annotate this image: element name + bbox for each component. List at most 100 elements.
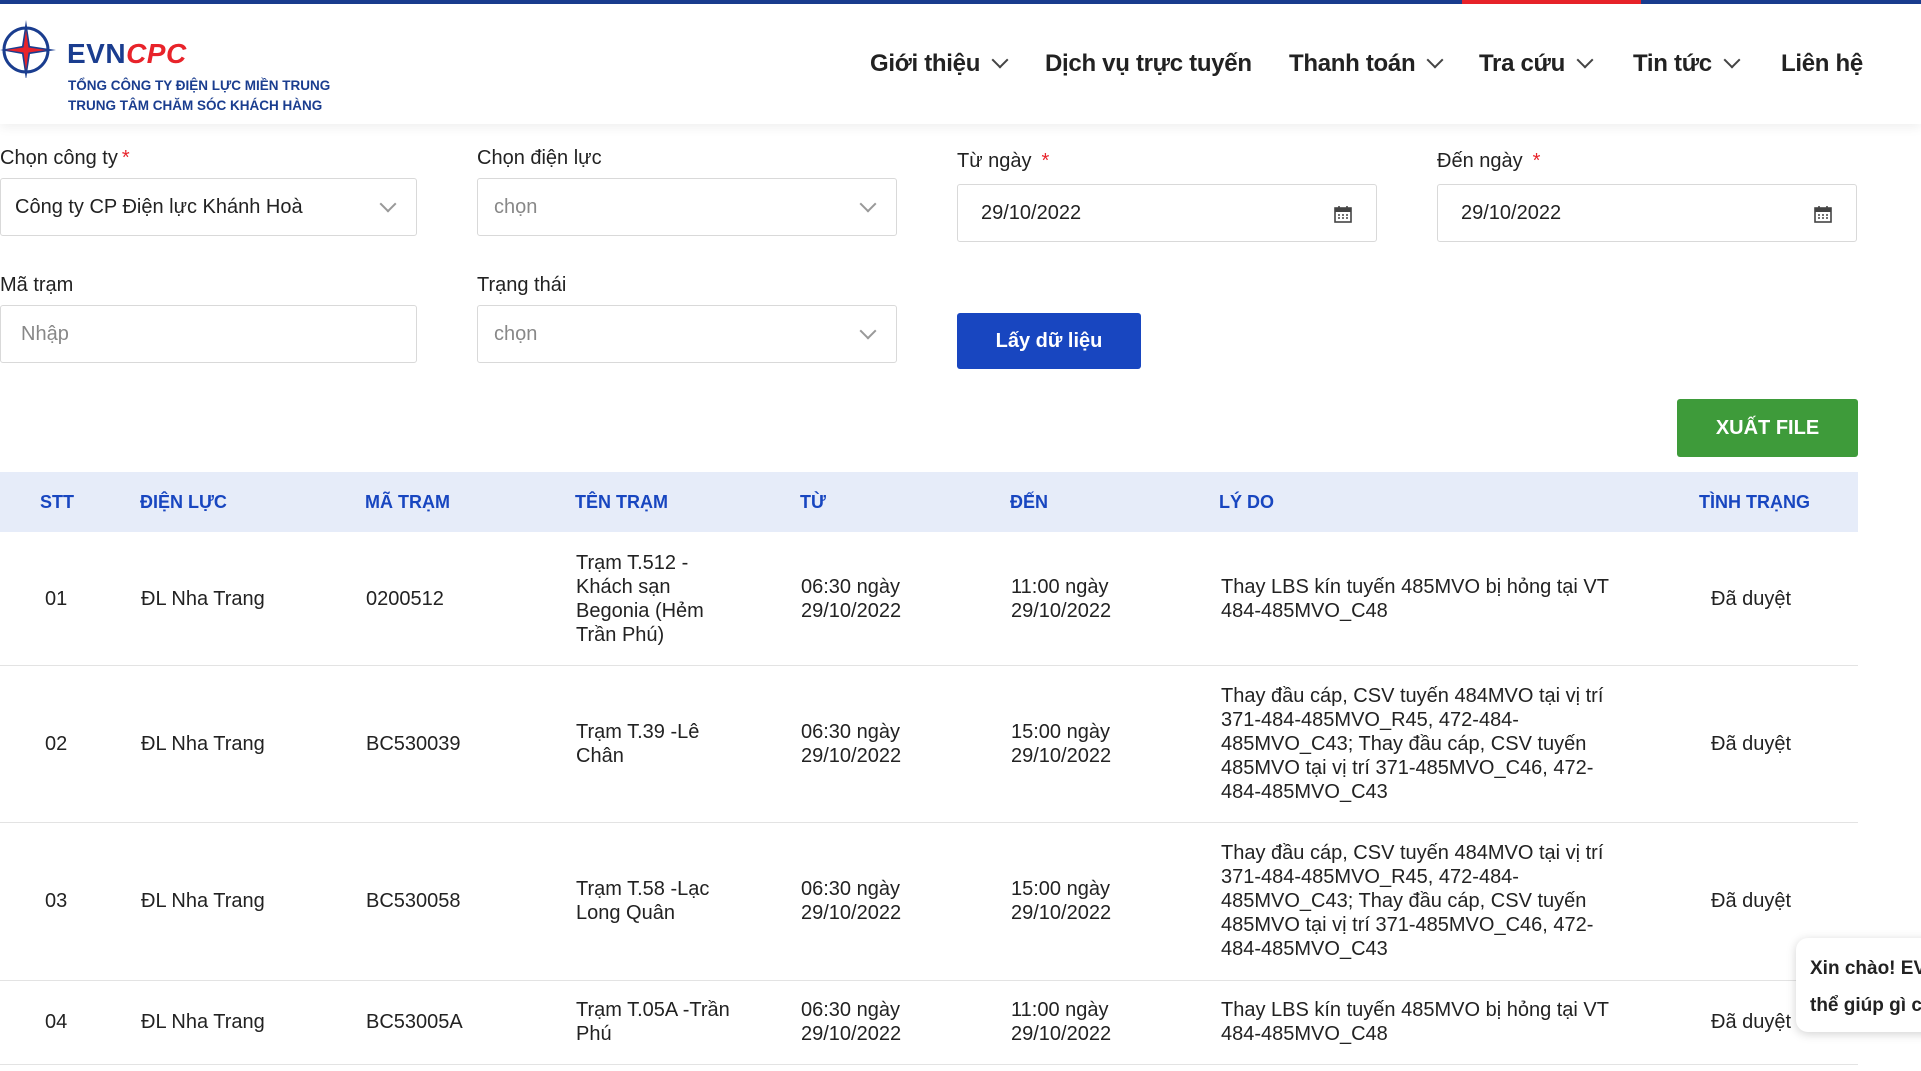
chevron-down-icon (859, 322, 877, 340)
th-den: ĐẾN (1010, 492, 1049, 512)
cell-stt: 04 (45, 1011, 68, 1033)
district-select[interactable]: chọn (477, 178, 897, 236)
chevron-down-icon (991, 51, 1009, 69)
nav-dich-vu[interactable]: Dịch vụ trực tuyến (1045, 50, 1252, 78)
cell-ten-tram: Trạm T.05A -Trần Phú (576, 999, 730, 1045)
company-select[interactable]: Công ty CP Điện lực Khánh Hoà (0, 178, 417, 236)
chat-greeting-line-2: thể giúp gì c (1810, 995, 1921, 1016)
cell-tu: 06:30 ngày 29/10/2022 (801, 999, 902, 1045)
cell-tinh-trang: Đã duyệt (1711, 1011, 1792, 1033)
chevron-down-icon (1426, 51, 1444, 69)
cell-tu: 06:30 ngày 29/10/2022 (801, 720, 902, 767)
cell-ly-do: Thay đầu cáp, CSV tuyến 484MVO tại vị tr… (1221, 684, 1604, 803)
cell-ten-tram: Trạm T.512 - Khách sạn Begonia (Hẻm Trần… (576, 551, 704, 646)
station-input[interactable]: Nhập (0, 305, 417, 363)
to-date-input[interactable]: 29/10/2022 (1437, 184, 1857, 242)
chevron-down-icon (379, 195, 397, 213)
status-select[interactable]: chọn (477, 305, 897, 363)
cell-dien-luc: ĐL Nha Trang (141, 890, 265, 912)
cell-ma-tram: 0200512 (366, 587, 444, 610)
cell-den: 15:00 ngày 29/10/2022 (1011, 720, 1112, 767)
cell-tinh-trang: Đã duyệt (1711, 732, 1792, 755)
company-select-value: Công ty CP Điện lực Khánh Hoà (15, 196, 303, 218)
company-label: Chọn công ty * (0, 147, 130, 170)
site-logo[interactable]: EVNCPC TỔNG CÔNG TY ĐIỆN LỰC MIỀN TRUNG … (0, 14, 340, 114)
required-mark: * (121, 147, 130, 169)
brand-evn: EVN (67, 38, 127, 69)
table-row: 03 ĐL Nha Trang BC530058 Trạm T.58 -Lạc … (0, 822, 1858, 981)
cell-stt: 03 (45, 890, 68, 912)
cell-tu: 06:30 ngày 29/10/2022 (801, 575, 902, 622)
station-input-placeholder: Nhập (21, 323, 69, 345)
cell-den: 11:00 ngày 29/10/2022 (1011, 575, 1112, 622)
brand-name: EVNCPC (67, 38, 187, 70)
from-date-value: 29/10/2022 (981, 202, 1082, 224)
from-date-input[interactable]: 29/10/2022 (957, 184, 1377, 242)
nav-gioi-thieu[interactable]: Giới thiệu (870, 50, 1009, 78)
brand-cpc: CPC (126, 38, 187, 69)
th-ten-tram: TÊN TRẠM (575, 492, 668, 512)
district-label: Chọn điện lực (477, 147, 602, 169)
cell-ma-tram: BC530058 (366, 890, 461, 912)
th-ma-tram: MÃ TRẠM (365, 492, 450, 512)
cell-den: 11:00 ngày 29/10/2022 (1011, 999, 1112, 1045)
chat-greeting-bubble[interactable]: Xin chào! EV thể giúp gì c (1796, 938, 1921, 1032)
company-label-text: Chọn công ty (0, 147, 118, 169)
export-file-button[interactable]: XUẤT FILE (1677, 399, 1858, 457)
chat-greeting-line-1: Xin chào! EV (1810, 958, 1921, 979)
district-select-placeholder: chọn (494, 196, 538, 218)
table-header: STT ĐIỆN LỰC MÃ TRẠM TÊN TRẠM TỪ ĐẾN LÝ … (0, 472, 1858, 532)
cell-den: 15:00 ngày 29/10/2022 (1011, 878, 1112, 924)
cell-ten-tram: Trạm T.58 -Lạc Long Quân (576, 878, 710, 924)
required-mark: * (1041, 150, 1050, 172)
cell-stt: 02 (45, 732, 68, 755)
cell-tinh-trang: Đã duyệt (1711, 890, 1792, 912)
table-row: 01 ĐL Nha Trang 0200512 Trạm T.512 - Khá… (0, 532, 1858, 666)
chevron-down-icon (859, 195, 877, 213)
cell-ly-do: Thay LBS kín tuyến 485MVO bị hỏng tại VT… (1221, 999, 1609, 1045)
nav-label: Tin tức (1633, 50, 1712, 77)
calendar-icon[interactable] (1334, 205, 1352, 223)
brand-subtitle-1: TỔNG CÔNG TY ĐIỆN LỰC MIỀN TRUNG (68, 78, 331, 93)
nav-label: Thanh toán (1289, 50, 1416, 77)
th-ly-do: LÝ DO (1219, 492, 1275, 512)
required-mark: * (1532, 150, 1541, 172)
from-date-label-text: Từ ngày (957, 150, 1032, 172)
th-dien-luc: ĐIỆN LỰC (140, 492, 227, 512)
table-row: 04 ĐL Nha Trang BC53005A Trạm T.05A -Trầ… (0, 980, 1858, 1065)
from-date-label: Từ ngày * (957, 150, 1049, 173)
table-row: 02 ĐL Nha Trang BC530039 Trạm T.39 -Lê C… (0, 665, 1858, 823)
site-header: EVNCPC TỔNG CÔNG TY ĐIỆN LỰC MIỀN TRUNG … (0, 4, 1921, 124)
cell-ma-tram: BC530039 (366, 732, 461, 755)
evn-star-logo-icon (0, 20, 56, 78)
cell-tinh-trang: Đã duyệt (1711, 587, 1792, 610)
nav-label: Tra cứu (1479, 50, 1565, 77)
to-date-label: Đến ngày * (1437, 150, 1540, 173)
th-tinh-trang: TÌNH TRẠNG (1699, 492, 1810, 512)
status-label: Trạng thái (477, 274, 567, 296)
cell-ma-tram: BC53005A (366, 1011, 463, 1033)
cell-dien-luc: ĐL Nha Trang (141, 587, 265, 610)
th-stt: STT (40, 492, 74, 512)
station-label: Mã trạm (0, 274, 74, 296)
nav-lien-he[interactable]: Liên hệ (1781, 50, 1863, 78)
nav-tra-cuu[interactable]: Tra cứu (1479, 50, 1594, 78)
brand-subtitle-2: TRUNG TÂM CHĂM SÓC KHÁCH HÀNG (68, 98, 323, 113)
nav-tin-tuc[interactable]: Tin tức (1633, 50, 1741, 78)
nav-label: Dịch vụ trực tuyến (1045, 50, 1252, 77)
th-tu: TỪ (800, 492, 826, 512)
cell-tu: 06:30 ngày 29/10/2022 (801, 878, 902, 924)
calendar-icon[interactable] (1814, 205, 1832, 223)
chevron-down-icon (1576, 51, 1594, 69)
cell-stt: 01 (45, 587, 68, 610)
cell-ly-do: Thay đầu cáp, CSV tuyến 484MVO tại vị tr… (1221, 842, 1604, 960)
status-select-placeholder: chọn (494, 323, 538, 345)
to-date-value: 29/10/2022 (1461, 202, 1562, 224)
chevron-down-icon (1723, 51, 1741, 69)
get-data-button[interactable]: Lấy dữ liệu (957, 313, 1141, 369)
cell-ten-tram: Trạm T.39 -Lê Chân (576, 720, 700, 767)
nav-thanh-toan[interactable]: Thanh toán (1289, 50, 1444, 78)
to-date-label-text: Đến ngày (1437, 150, 1523, 172)
nav-label: Giới thiệu (870, 50, 981, 77)
cell-dien-luc: ĐL Nha Trang (141, 732, 265, 755)
